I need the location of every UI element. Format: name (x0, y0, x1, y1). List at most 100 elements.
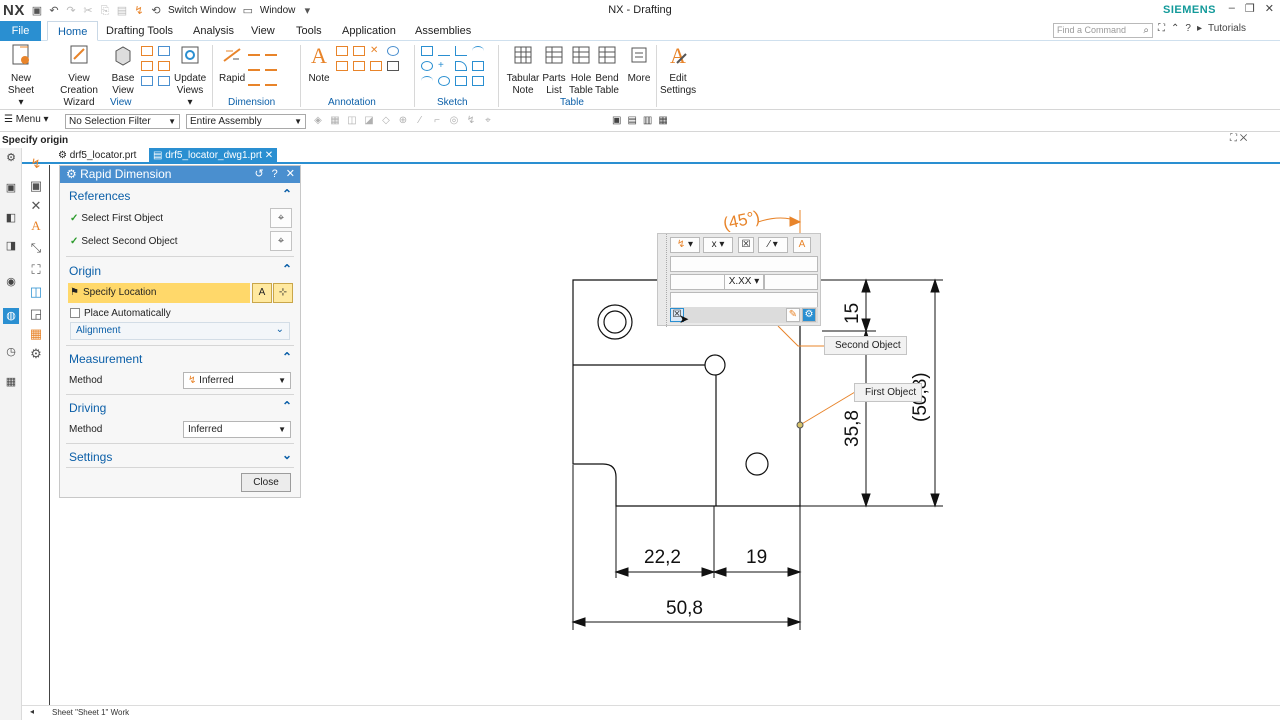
chevron-up-icon[interactable]: ⌃ (282, 262, 292, 276)
touch-mode-icon[interactable]: ⟲ (149, 4, 163, 18)
settings-section-header[interactable]: Settings ⌄ (60, 447, 300, 467)
redo-icon[interactable]: ↷ (64, 4, 78, 18)
view-icon[interactable]: ▣ (612, 115, 621, 126)
chamfer-icon[interactable] (472, 61, 484, 71)
text-placement-button[interactable]: A (252, 283, 272, 303)
snap-icon[interactable]: ⌖ (482, 115, 494, 127)
appended-text-below[interactable] (670, 292, 818, 308)
tutorials-link[interactable]: Tutorials (1208, 23, 1246, 34)
chamfer-dim-icon[interactable] (265, 61, 277, 71)
radial-dim-icon[interactable] (265, 46, 277, 56)
paste-icon[interactable]: ▤ (115, 4, 129, 18)
view-icon[interactable]: ▤ (627, 115, 636, 126)
point-icon[interactable]: + (438, 61, 450, 71)
edit-settings-button[interactable]: A Edit Settings (660, 43, 696, 97)
history-icon[interactable]: ◷ (3, 344, 19, 360)
image-icon[interactable] (387, 61, 399, 71)
tab-assemblies[interactable]: Assemblies (415, 21, 471, 41)
selection-filter-select[interactable]: No Selection Filter ▼ (65, 114, 180, 129)
alignment-subsection[interactable]: Alignment ⌄ (70, 322, 290, 340)
circle-icon[interactable] (421, 61, 433, 71)
snap-icon[interactable]: ◈ (312, 115, 324, 127)
driving-method-select[interactable]: Inferred ▼ (183, 421, 291, 438)
place-automatically-row[interactable]: Place Automatically (70, 308, 171, 319)
break-view-icon[interactable] (158, 61, 170, 71)
reuse-library-icon[interactable]: ◉ (3, 274, 19, 290)
reset-icon[interactable]: ↺ (254, 166, 263, 183)
help-icon[interactable]: ? (272, 166, 278, 183)
symbol-icon[interactable] (387, 46, 399, 56)
tab-application[interactable]: Application (342, 21, 396, 41)
chevron-down-icon[interactable]: ⌄ (276, 324, 284, 335)
centerline-icon[interactable]: ✕ (370, 46, 382, 56)
edit-text-icon[interactable]: ✎ (786, 308, 800, 322)
system-materials-icon[interactable]: ▦ (3, 374, 19, 390)
origin-tool-button[interactable]: ⊹ (273, 283, 293, 303)
gear-icon[interactable]: ⚙ (3, 150, 19, 166)
restore-icon[interactable]: ❐ (1245, 2, 1255, 15)
projected-view-icon[interactable] (141, 46, 153, 56)
appended-text-above[interactable] (670, 256, 818, 272)
chevron-up-icon[interactable]: ⌃ (282, 187, 292, 201)
close-icon[interactable]: ✕ (262, 150, 273, 161)
view-icon[interactable]: ▦ (658, 115, 667, 126)
snap-icon[interactable]: ⊕ (397, 115, 409, 127)
measurement-method-select[interactable]: ↯ Inferred ▼ (183, 372, 291, 389)
chevron-up-icon[interactable]: ⌃ (282, 399, 292, 413)
weld-icon[interactable] (336, 61, 348, 71)
hole-table-button[interactable]: Hole Table (568, 43, 594, 97)
fullscreen-icon[interactable]: ⛶ (1158, 23, 1165, 34)
close-button[interactable]: Close (241, 473, 291, 492)
dialog-title-bar[interactable]: ⚙ Rapid Dimension ↺ ? ✕ (60, 166, 300, 183)
tab-view[interactable]: View (251, 21, 275, 41)
dimension-type-select[interactable]: ↯ ▾ (670, 237, 700, 253)
detail-view-icon[interactable] (158, 46, 170, 56)
thickness-dim-icon[interactable] (248, 76, 260, 86)
tolerance-select[interactable]: x ▾ (703, 237, 733, 253)
cut-icon[interactable]: ✂ (81, 4, 95, 18)
ellipse-icon[interactable] (438, 76, 450, 86)
arc-length-dim-icon[interactable] (265, 76, 277, 86)
tab-home[interactable]: Home (47, 21, 99, 41)
selection-scope-select[interactable]: Entire Assembly ▼ (186, 114, 306, 129)
driving-section-header[interactable]: Driving ⌃ (60, 398, 300, 418)
chevron-down-icon[interactable]: ⌄ (282, 448, 292, 462)
text-settings-icon[interactable]: A (793, 237, 811, 253)
assembly-navigator-icon[interactable]: ◧ (3, 210, 19, 226)
tab-drafting-tools[interactable]: Drafting Tools (106, 21, 173, 41)
angular-dim-icon[interactable] (248, 61, 260, 71)
fullscreen-icon[interactable]: ⛶ ✕ (1230, 133, 1247, 144)
view-style-icon[interactable] (141, 76, 153, 86)
select-second-object-row[interactable]: ✓ Select Second Object (70, 236, 178, 247)
text-orientation-select[interactable]: ⁄ ▾ (758, 237, 788, 253)
update-views-button[interactable]: Update Views ▾ (174, 43, 206, 109)
close-icon[interactable]: ✕ (1265, 2, 1274, 15)
offset-icon[interactable] (455, 76, 467, 86)
feature-control-icon[interactable] (336, 46, 348, 56)
trim-icon[interactable] (472, 76, 484, 86)
view-icon[interactable]: ▣ (27, 177, 45, 195)
line-icon[interactable] (438, 46, 450, 56)
parts-list-button[interactable]: Parts List (541, 43, 567, 97)
select-first-object-button[interactable]: ⌖ (270, 208, 292, 228)
measurement-section-header[interactable]: Measurement ⌃ (60, 349, 300, 369)
arc-icon[interactable] (472, 46, 484, 56)
tabular-note-button[interactable]: Tabular Note (505, 43, 541, 97)
view-creation-wizard-button[interactable]: View Creation Wizard (50, 43, 108, 109)
settings-icon[interactable]: ⚙ (802, 308, 816, 322)
snap-icon[interactable]: ▦ (329, 115, 341, 127)
settings-icon[interactable]: ⚙ (27, 345, 45, 363)
chevron-up-icon[interactable]: ⌃ (282, 350, 292, 364)
appended-text-before[interactable] (670, 274, 725, 290)
snap-icon[interactable]: ◇ (380, 115, 392, 127)
snap-icon[interactable]: ⌐ (431, 115, 443, 127)
note-button[interactable]: A Note (306, 43, 332, 85)
polyline-icon[interactable] (455, 46, 467, 56)
snap-icon[interactable]: ↯ (465, 115, 477, 127)
references-section-header[interactable]: References ⌃ (60, 186, 300, 206)
undo-icon[interactable]: ↶ (47, 4, 61, 18)
help-icon[interactable]: ? (1185, 23, 1191, 34)
new-sheet-button[interactable]: New Sheet ▾ (6, 43, 36, 109)
section-view-icon[interactable] (141, 61, 153, 71)
base-view-button[interactable]: Base View (111, 43, 135, 97)
